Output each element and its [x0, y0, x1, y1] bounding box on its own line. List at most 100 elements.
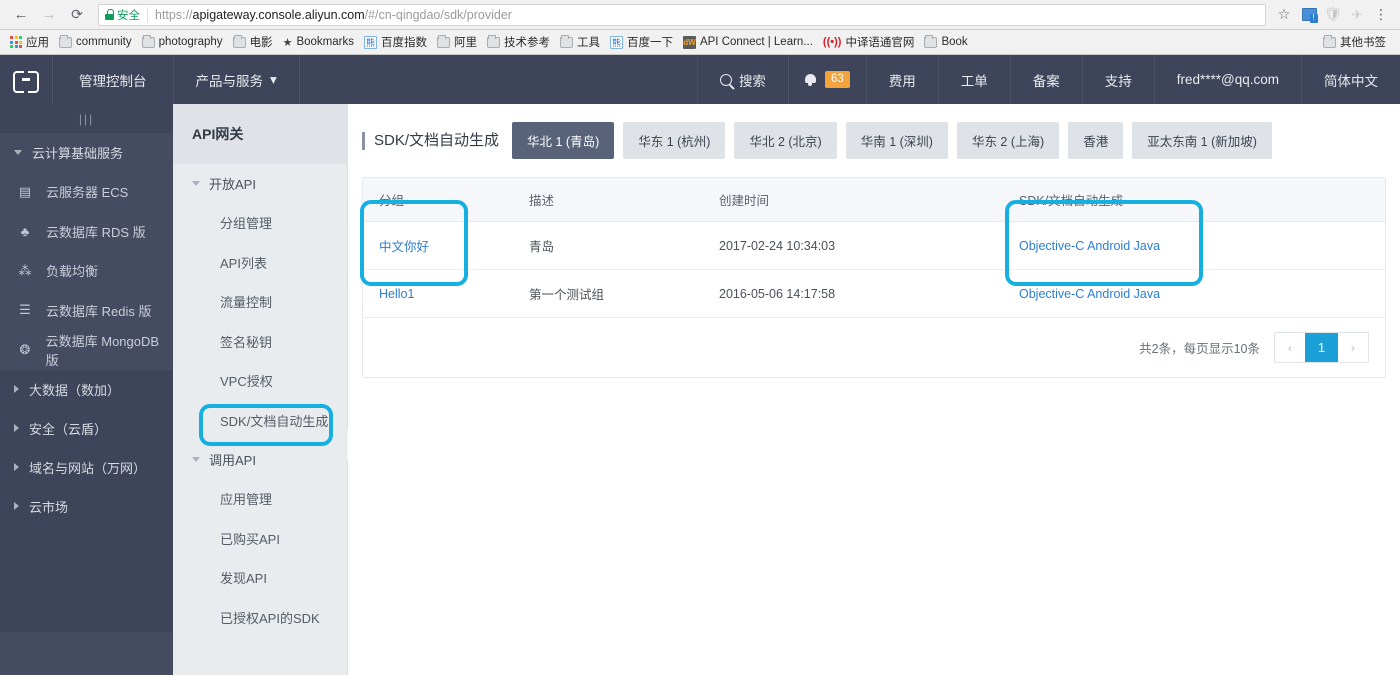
bookmark-star-icon[interactable]: ☆	[1272, 3, 1296, 27]
reload-icon[interactable]: ⟳	[64, 2, 90, 28]
cell-group-name[interactable]: Hello1	[363, 269, 513, 318]
bookmark-book[interactable]: Book	[920, 34, 973, 50]
folder-icon	[141, 34, 155, 48]
sidebar-item-slb[interactable]: ⁂ 负载均衡	[0, 251, 173, 291]
lock-icon	[105, 9, 114, 20]
submenu-item-vpc-auth[interactable]: VPC授权	[173, 361, 347, 401]
sidebar-group-bigdata[interactable]: 大数据（数加）	[0, 370, 173, 409]
chevron-down-icon: ▾	[270, 71, 277, 87]
sidebar-item-mongodb[interactable]: ❂ 云数据库 MongoDB 版	[0, 330, 173, 370]
bookmark-tech-reference[interactable]: 技术参考	[483, 32, 556, 52]
sidebar-group-cloud-basics[interactable]: 云计算基础服务	[0, 133, 173, 172]
cell-group-name[interactable]: 中文你好	[363, 221, 513, 270]
column-header-sdk: SDK/文档自动生成	[1003, 178, 1385, 222]
sidebar-item-rds[interactable]: ♣ 云数据库 RDS 版	[0, 212, 173, 252]
bookmark-other-bookmarks[interactable]: 其他书签	[1319, 32, 1392, 52]
submenu-section-open-api[interactable]: 开放API	[173, 164, 347, 203]
column-header-group: 分组	[363, 178, 513, 222]
sidebar-group-marketplace[interactable]: 云市场	[0, 487, 173, 526]
shield-extension-icon[interactable]: 🛡	[1322, 4, 1344, 26]
sidebar-item-redis[interactable]: ☰ 云数据库 Redis 版	[0, 291, 173, 331]
sdk-links[interactable]: Objective-C Android Java	[1019, 287, 1160, 301]
cell-sdk-links[interactable]: Objective-C Android Java	[1003, 221, 1385, 270]
submenu-item-group-management[interactable]: 分组管理	[173, 203, 347, 243]
page-title: SDK/文档自动生成	[362, 131, 499, 150]
back-arrow-icon[interactable]: ←	[8, 2, 34, 28]
pagination-summary: 共2条，每页显示10条	[1139, 342, 1260, 356]
language-menu[interactable]: 简体中文	[1301, 55, 1400, 104]
sdk-links[interactable]: Objective-C Android Java	[1019, 239, 1160, 253]
bookmark-alibaba[interactable]: 阿里	[433, 32, 483, 52]
bookmark-movies[interactable]: 电影	[229, 32, 279, 52]
bookmark-baidu-index[interactable]: 熊 百度指数	[360, 32, 433, 52]
group-link[interactable]: Hello1	[379, 287, 414, 301]
primary-sidebar: ||| 云计算基础服务 ▤ 云服务器 ECS ♣ 云数据库 RDS 版 ⁂ 负载…	[0, 104, 173, 675]
star-icon: ★	[282, 36, 293, 49]
bookmark-baidu-search[interactable]: 熊 百度一下	[606, 32, 679, 52]
submenu-item-app-management[interactable]: 应用管理	[173, 479, 347, 519]
submenu-item-discover-api[interactable]: 发现API	[173, 558, 347, 598]
dw-icon: dW	[682, 35, 696, 49]
notifications-button[interactable]: 63	[787, 55, 866, 104]
topnav-item-billing[interactable]: 费用	[865, 55, 938, 104]
region-tab-shenzhen[interactable]: 华南 1 (深圳)	[845, 122, 948, 159]
submenu-item-api-list[interactable]: API列表	[173, 243, 347, 283]
account-menu[interactable]: fred****@qq.com	[1153, 55, 1301, 104]
bookmark-api-connect[interactable]: dW API Connect | Learn...	[679, 34, 819, 51]
sidebar-group-security[interactable]: 安全（云盾）	[0, 409, 173, 448]
pagination: ‹ 1 ›	[1274, 332, 1369, 363]
pagination-next[interactable]: ›	[1338, 333, 1368, 362]
submenu-item-purchased-api[interactable]: 已购买API	[173, 519, 347, 559]
chevron-right-icon	[14, 463, 19, 471]
region-tab-qingdao[interactable]: 华北 1 (青岛)	[512, 122, 615, 159]
column-header-created: 创建时间	[703, 178, 1003, 222]
topnav-item-icp[interactable]: 备案	[1009, 55, 1082, 104]
region-tab-beijing[interactable]: 华北 2 (北京)	[734, 122, 837, 159]
sidebar-group-label: 云计算基础服务	[32, 146, 124, 161]
region-tab-hangzhou[interactable]: 华东 1 (杭州)	[623, 122, 726, 159]
bookmark-label: 百度一下	[626, 37, 673, 49]
sidebar-drag-handle[interactable]: |||	[0, 104, 173, 133]
topnav-item-support[interactable]: 支持	[1081, 55, 1154, 104]
bookmark-label: 应用	[26, 37, 49, 49]
pagination-page-1[interactable]: 1	[1305, 333, 1338, 362]
sidebar-subitems: ▤ 云服务器 ECS ♣ 云数据库 RDS 版 ⁂ 负载均衡 ☰ 云数据库 Re…	[0, 172, 173, 370]
address-bar[interactable]: 安全 https://apigateway.console.aliyun.com…	[98, 3, 1266, 26]
bookmark-gtcom[interactable]: ((•)) 中译语通官网	[819, 32, 921, 52]
sidebar-group-label: 域名与网站（万网）	[29, 460, 147, 476]
search-button[interactable]: 搜索	[696, 55, 788, 104]
chevron-right-icon	[14, 424, 19, 432]
bookmark-photography[interactable]: photography	[138, 34, 229, 50]
load-balancer-icon: ⁂	[18, 262, 32, 278]
group-link[interactable]: 中文你好	[379, 240, 429, 254]
pagination-prev[interactable]: ‹	[1275, 333, 1305, 362]
topnav-item-tickets[interactable]: 工单	[937, 55, 1010, 104]
bookmark-tools[interactable]: 工具	[556, 32, 606, 52]
submenu-item-traffic-control[interactable]: 流量控制	[173, 282, 347, 322]
region-tab-shanghai[interactable]: 华东 2 (上海)	[956, 122, 1060, 159]
bookmark-apps[interactable]: 应用	[6, 32, 55, 52]
forward-arrow-icon[interactable]: →	[36, 2, 62, 28]
folder-icon	[232, 34, 246, 48]
cell-sdk-links[interactable]: Objective-C Android Java	[1003, 269, 1385, 318]
plugin-extension-icon[interactable]: ✈	[1346, 4, 1368, 26]
submenu-item-authorized-api-sdk[interactable]: 已授权API的SDK	[173, 598, 347, 638]
sidebar-item-ecs[interactable]: ▤ 云服务器 ECS	[0, 172, 173, 212]
aliyun-logo-icon[interactable]	[0, 55, 53, 104]
region-tab-singapore[interactable]: 亚太东南 1 (新加坡)	[1132, 122, 1272, 159]
products-and-services-menu[interactable]: 产品与服务 ▾	[174, 55, 300, 104]
chevron-down-icon	[192, 181, 200, 186]
extension-icon[interactable]	[1298, 4, 1320, 26]
browser-menu-icon[interactable]: ⋮	[1370, 4, 1392, 26]
submenu-section-call-api[interactable]: 调用API	[173, 440, 347, 479]
bookmark-bookmarks[interactable]: ★ Bookmarks	[279, 34, 360, 51]
region-tab-hongkong[interactable]: 香港	[1068, 122, 1124, 159]
sidebar-group-domains[interactable]: 域名与网站（万网）	[0, 448, 173, 487]
submenu-item-signature-key[interactable]: 签名秘钥	[173, 322, 347, 362]
chevron-down-icon	[192, 457, 200, 462]
bookmark-community[interactable]: community	[55, 34, 138, 50]
console-home-link[interactable]: 管理控制台	[53, 55, 174, 104]
bookmark-label: 工具	[576, 37, 600, 49]
bookmark-label: 电影	[249, 37, 273, 49]
submenu-item-sdk-doc-generation[interactable]: SDK/文档自动生成	[173, 401, 347, 441]
